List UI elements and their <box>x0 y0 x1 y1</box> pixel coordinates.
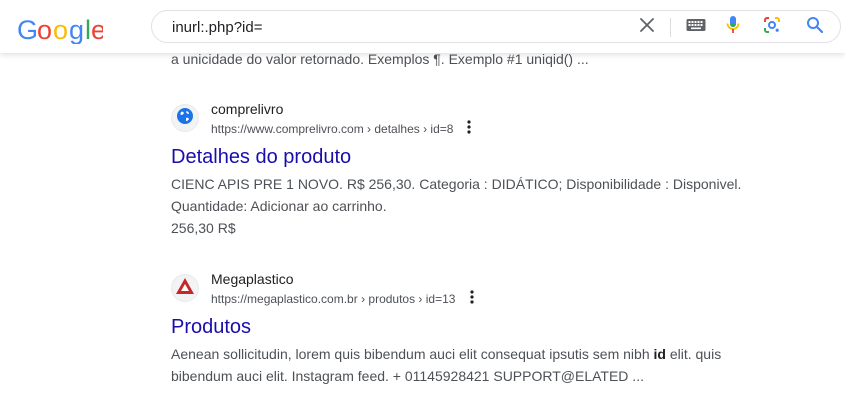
search-box <box>151 10 841 43</box>
svg-text:e: e <box>91 15 103 44</box>
result-description-text: elit. quis <box>665 346 722 362</box>
lens-icon <box>763 16 781 39</box>
result-options-button[interactable] <box>466 289 478 309</box>
keyboard-button[interactable] <box>681 11 711 44</box>
result-description-highlight: id <box>653 346 666 362</box>
result-description: CIENC APIS PRE 1 NOVO. R$ 256,30. Catego… <box>171 173 771 217</box>
search-input[interactable] <box>172 17 602 37</box>
globe-icon <box>176 107 194 130</box>
lens-search-button[interactable] <box>759 11 785 44</box>
svg-text:G: G <box>17 15 38 44</box>
result-description-line: CIENC APIS PRE 1 NOVO. R$ 256,30. Catego… <box>171 176 742 192</box>
svg-text:g: g <box>69 15 84 44</box>
result-description-line: bibendum auci elit. Instagram feed. + 01… <box>171 368 644 384</box>
result-title-link[interactable]: Produtos <box>171 314 251 340</box>
result-description-line: Quantidade: Adicionar ao carrinho. <box>171 198 387 214</box>
result-description: Aenean sollicitudin, lorem quis bibendum… <box>171 343 771 387</box>
svg-text:o: o <box>37 15 52 44</box>
result-description-text: Aenean sollicitudin, lorem quis bibendum… <box>171 346 654 362</box>
google-logo[interactable]: G o o g l e <box>17 14 106 49</box>
search-icon <box>806 16 824 39</box>
clear-search-button[interactable] <box>630 11 664 44</box>
result-url[interactable]: https://www.comprelivro.com › detalhes ›… <box>211 121 453 137</box>
site-favicon[interactable] <box>171 104 199 132</box>
result-title-link[interactable]: Detalhes do produto <box>171 144 351 170</box>
microphone-icon <box>726 15 740 40</box>
result-description-line: Aenean sollicitudin, lorem quis bibendum… <box>171 343 771 365</box>
search-divider <box>670 18 671 37</box>
result-url[interactable]: https://megaplastico.com.br › produtos ›… <box>211 291 455 307</box>
svg-text:o: o <box>53 15 68 44</box>
keyboard-icon <box>686 18 706 37</box>
result-options-button[interactable] <box>463 119 475 139</box>
result-site-name[interactable]: comprelivro <box>211 100 283 118</box>
search-button[interactable] <box>800 11 830 44</box>
voice-search-button[interactable] <box>720 11 746 44</box>
result-site-name[interactable]: Megaplastico <box>211 270 294 288</box>
more-vert-icon <box>470 289 474 309</box>
more-vert-icon <box>467 119 471 139</box>
search-header: G o o g l e <box>0 0 845 53</box>
result-price: 256,30 R$ <box>171 220 236 236</box>
clear-icon <box>640 18 654 37</box>
site-favicon[interactable] <box>171 274 199 302</box>
megaplastico-logo-icon <box>175 277 195 300</box>
